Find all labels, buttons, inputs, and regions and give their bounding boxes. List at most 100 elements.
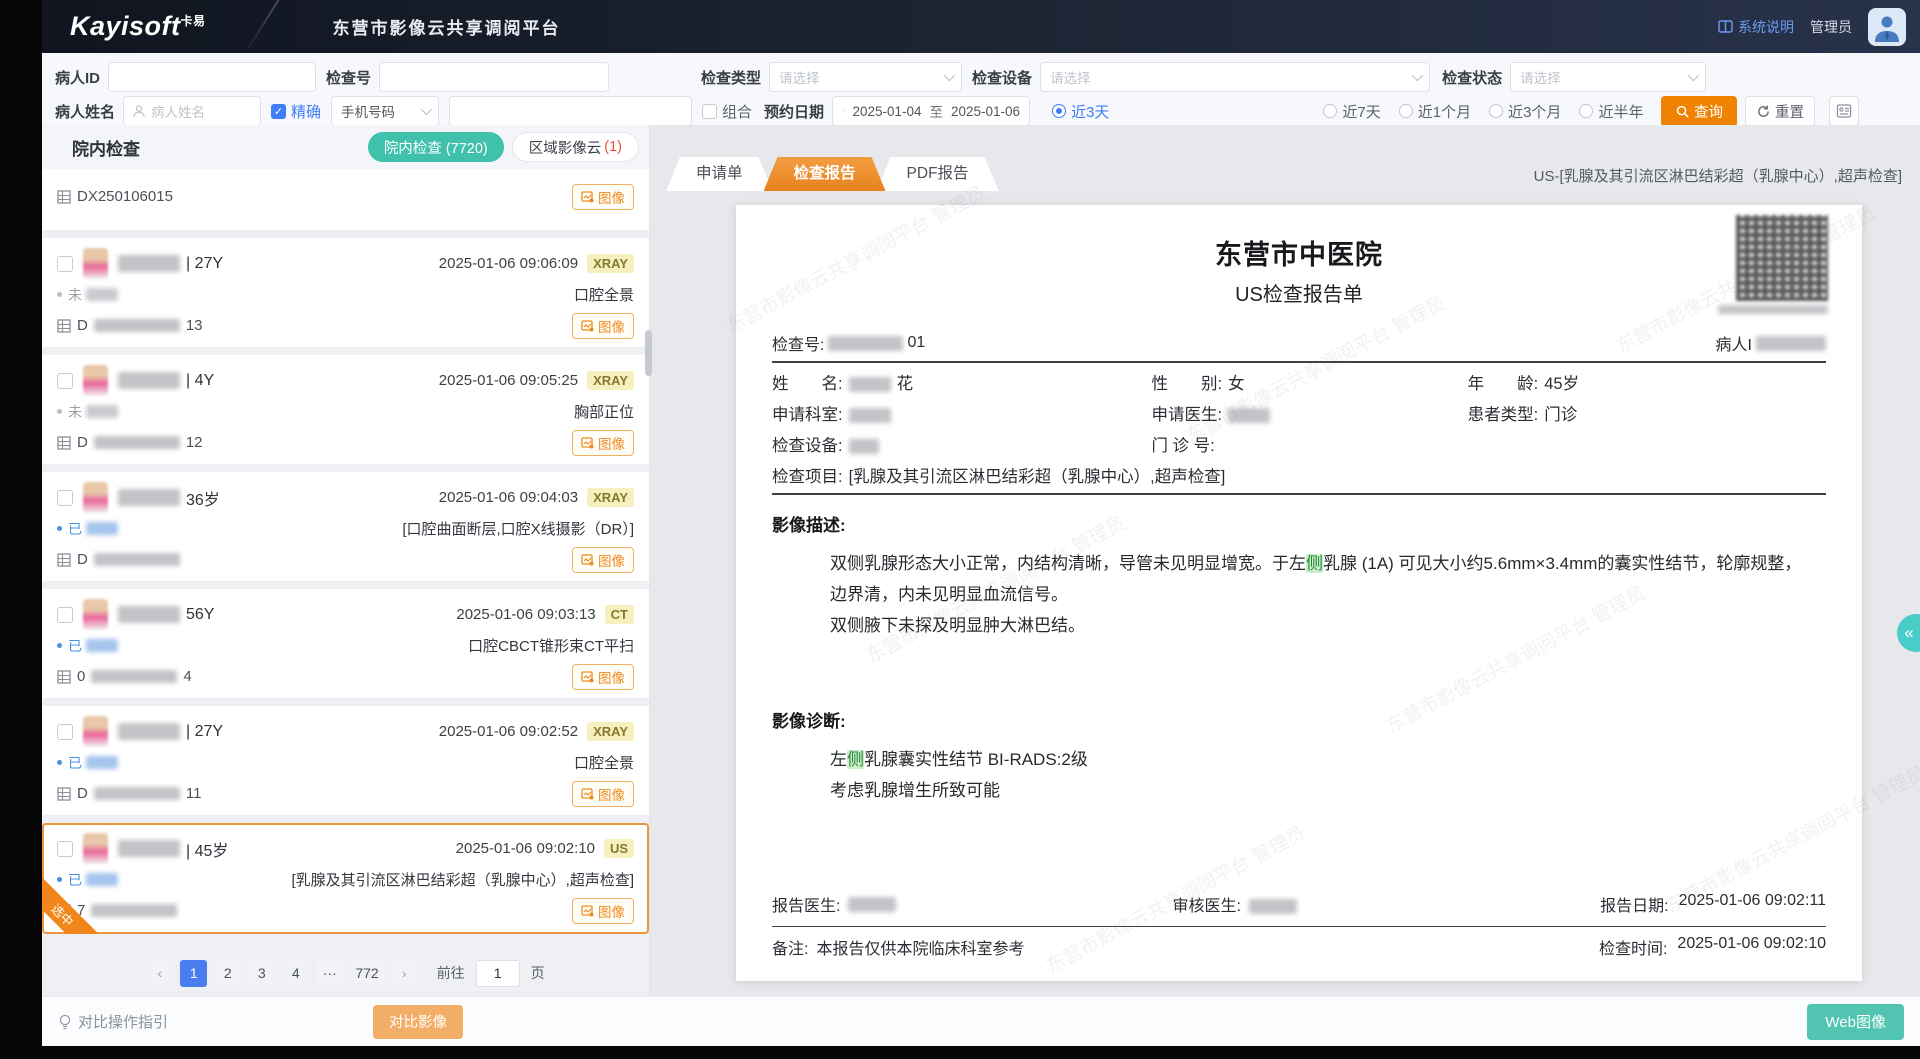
status-select[interactable]: 请选择 [1510, 62, 1706, 92]
system-help-link[interactable]: 系统说明 [1718, 17, 1794, 37]
exam-id: D [57, 551, 186, 568]
user-name[interactable]: 管理员 [1810, 17, 1852, 37]
diagnosis-title: 影像诊断: [772, 707, 1826, 732]
book-icon [1718, 20, 1733, 33]
card-list-icon [1836, 103, 1852, 119]
divider [772, 361, 1826, 363]
next-page-button[interactable]: › [391, 960, 418, 987]
exam-checkbox[interactable] [57, 373, 73, 389]
combo-label: 组合 [722, 101, 752, 122]
grid-icon [57, 787, 71, 801]
exam-card[interactable]: | 4Y 2025-01-06 09:05:25 XRAY 未 胸部正位 D12… [42, 355, 649, 465]
status-masked [86, 522, 118, 535]
exam-name: [口腔曲面断层,口腔X线摄影（DR）] [402, 518, 634, 539]
exam-checkbox[interactable] [57, 490, 73, 506]
image-button[interactable]: 图像 [572, 313, 634, 339]
page-button[interactable]: 2 [214, 960, 241, 987]
device-select[interactable]: 请选择 [1040, 62, 1430, 92]
exam-id-masked [91, 670, 177, 683]
exam-card[interactable]: 56Y 2025-01-06 09:03:13 CT 已 口腔CBCT锥形束CT… [42, 589, 649, 699]
exam-no-input[interactable] [379, 62, 609, 92]
exam-card[interactable]: 36岁 2025-01-06 09:04:03 XRAY 已 [口腔曲面断层,口… [42, 472, 649, 582]
exam-item-value: [乳腺及其引流区淋巴结彩超（乳腺中心）,超声检查] [849, 463, 1226, 487]
bulb-icon [58, 1014, 72, 1030]
tab-request-form[interactable]: 申请单 [666, 157, 773, 191]
date-range-picker[interactable]: 2025-01-04至2025-01-06 [832, 96, 1030, 126]
image-button[interactable]: 图像 [572, 781, 634, 807]
goto-page-input[interactable] [476, 960, 520, 987]
patient-name-masked [118, 606, 180, 623]
req-doctor-masked [1228, 408, 1270, 423]
divider [772, 493, 1826, 495]
modality-badge: XRAY [587, 371, 634, 390]
patient-name-masked [849, 377, 891, 392]
panel-resize-handle[interactable] [645, 330, 652, 376]
exam-name: 口腔全景 [574, 752, 634, 773]
query-button[interactable]: 查询 [1661, 96, 1737, 127]
image-button[interactable]: 图像 [572, 664, 634, 690]
exam-checkbox[interactable] [57, 841, 73, 857]
current-exam-title: US-[乳腺及其引流区淋巴结彩超（乳腺中心）,超声检查] [1534, 165, 1902, 186]
page-button[interactable]: 1 [180, 960, 207, 987]
web-image-button[interactable]: Web图像 [1807, 1004, 1904, 1040]
image-edit-icon [581, 553, 594, 566]
patient-id-label: 病人ID [55, 67, 100, 88]
combo-checkbox[interactable] [702, 104, 717, 119]
exact-checkbox[interactable]: ✓ [271, 104, 286, 119]
range-radio-6m[interactable] [1579, 104, 1593, 118]
image-button[interactable]: 图像 [572, 898, 634, 924]
page-button[interactable]: 772 [350, 960, 383, 987]
exam-checkbox[interactable] [57, 607, 73, 623]
range-radio-3d[interactable] [1052, 104, 1066, 118]
status-masked [86, 639, 118, 652]
image-button[interactable]: 图像 [572, 430, 634, 456]
compare-images-button[interactable]: 对比影像 [373, 1005, 463, 1039]
exam-checkbox[interactable] [57, 724, 73, 740]
page-ellipsis[interactable]: ··· [316, 960, 343, 987]
patient-avatar [83, 716, 108, 747]
image-edit-icon [581, 670, 594, 683]
phone-input[interactable] [449, 96, 692, 126]
image-edit-icon [581, 190, 594, 203]
app-window: Kayisoft卡易 东营市影像云共享调阅平台 系统说明 管理员 病人ID 检查… [42, 0, 1920, 1046]
chevron-down-icon [421, 104, 432, 115]
image-button[interactable]: 图像 [572, 184, 634, 210]
tab-local-exams[interactable]: 院内检查 (7720) [368, 132, 504, 162]
exam-datetime: 2025-01-06 09:02:10 [456, 840, 595, 857]
exam-sidebar: 院内检查 院内检查 (7720) 区域影像云(1) DX250106015 图像 [42, 125, 650, 996]
user-avatar[interactable] [1868, 8, 1906, 46]
device-label: 检查设备 [972, 67, 1032, 88]
range-radio-1m[interactable] [1399, 104, 1413, 118]
exam-checkbox[interactable] [57, 256, 73, 272]
reset-button[interactable]: 重置 [1745, 96, 1815, 127]
patient-age: | 45岁 [186, 837, 228, 861]
status-masked [86, 405, 118, 418]
search-icon [1676, 105, 1689, 118]
tab-exam-report[interactable]: 检查报告 [764, 157, 886, 191]
patient-name-input[interactable]: 病人姓名 [123, 96, 261, 126]
status-masked [86, 288, 118, 301]
exam-card[interactable]: | 45岁 2025-01-06 09:02:10 US 已 [乳腺及其引流区淋… [42, 823, 649, 934]
page-button[interactable]: 3 [248, 960, 275, 987]
exam-card[interactable]: DX250106015 图像 [42, 169, 649, 231]
phone-select[interactable]: 手机号码 [331, 96, 439, 126]
exam-type-select[interactable]: 请选择 [769, 62, 962, 92]
layout-switch-button[interactable] [1829, 96, 1859, 126]
range-radio-3m[interactable] [1489, 104, 1503, 118]
tab-pdf-report[interactable]: PDF报告 [877, 157, 999, 191]
image-button[interactable]: 图像 [572, 547, 634, 573]
exam-no-visible: 01 [907, 334, 925, 352]
brand-logo: Kayisoft卡易 [70, 11, 206, 42]
compare-guide[interactable]: 对比操作指引 [58, 1011, 168, 1032]
top-header: Kayisoft卡易 东营市影像云共享调阅平台 系统说明 管理员 [42, 0, 1920, 53]
patient-id-input[interactable] [108, 62, 316, 92]
range-radio-7d[interactable] [1323, 104, 1337, 118]
report-area: 申请单 检查报告 PDF报告 US-[乳腺及其引流区淋巴结彩超（乳腺中心）,超声… [650, 125, 1920, 996]
modality-badge: XRAY [587, 488, 634, 507]
page-button[interactable]: 4 [282, 960, 309, 987]
tab-region-cloud[interactable]: 区域影像云(1) [512, 132, 639, 162]
exam-datetime: 2025-01-06 09:03:13 [456, 606, 595, 623]
exam-card[interactable]: | 27Y 2025-01-06 09:02:52 XRAY 已 口腔全景 D1… [42, 706, 649, 816]
exam-card[interactable]: | 27Y 2025-01-06 09:06:09 XRAY 未 口腔全景 D1… [42, 238, 649, 348]
prev-page-button[interactable]: ‹ [146, 960, 173, 987]
